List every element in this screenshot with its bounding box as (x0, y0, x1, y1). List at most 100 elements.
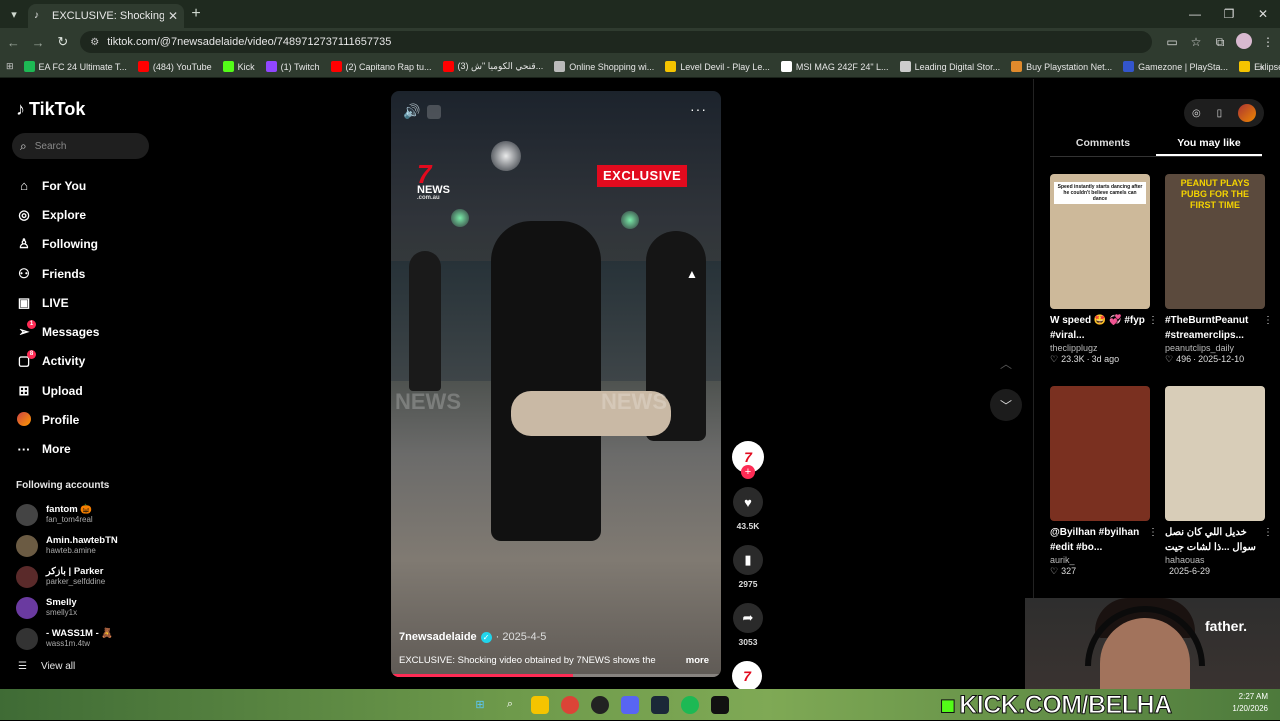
back-icon[interactable]: ← (2, 30, 25, 54)
cast-icon[interactable]: ▭ (1160, 35, 1184, 49)
video-thumbnail[interactable]: Speed instantly starts dancing after he … (1050, 174, 1150, 309)
nav-item-messages[interactable]: ➢ 1 Messages (14, 317, 144, 346)
card-username[interactable]: hahaouas (1165, 555, 1265, 565)
view-all-link[interactable]: ☰ View all (18, 661, 75, 672)
video-options-icon[interactable]: ··· (690, 101, 707, 117)
search-input[interactable] (34, 140, 135, 152)
compass-icon[interactable]: ◎ (1192, 108, 1201, 119)
recommended-video-card[interactable]: @Byilhan #byilhan #edit #bo... ⋮ aurik_ ♡ 32… (1050, 386, 1158, 577)
spotify-icon[interactable] (681, 695, 699, 714)
nav-item-more[interactable]: ··· More (14, 435, 144, 464)
recommended-video-card[interactable]: خديل اللي كان نصل سوال ...ذا لشات جيت بس… (1165, 386, 1273, 576)
card-options-icon[interactable]: ⋮ (1148, 527, 1158, 538)
bookmark-item[interactable]: (2) Capitano Rap tu... (330, 61, 432, 72)
recommended-video-card[interactable]: Speed instantly starts dancing after he … (1050, 174, 1158, 365)
like-action[interactable]: ♥ 43.5K (732, 487, 764, 531)
volume-icon[interactable]: 🔊 (403, 103, 420, 120)
next-video-chevron-down-icon[interactable]: ﹀ (990, 389, 1022, 421)
bookmark-item[interactable]: Leading Digital Stor... (899, 61, 1000, 72)
sound-avatar[interactable]: 7 (732, 661, 762, 691)
nav-item-profile[interactable]: Profile (14, 405, 144, 434)
previous-video-chevron-up-icon[interactable]: ︿ (990, 347, 1022, 379)
nav-item-friends[interactable]: ⚇ Friends (14, 259, 144, 288)
search-box[interactable]: ⌕ (12, 133, 149, 159)
share-icon[interactable]: ➦ (733, 603, 763, 633)
bookmark-star-icon[interactable]: ☆ (1184, 35, 1208, 49)
bookmark-item[interactable]: Buy Playstation Net... (1011, 61, 1112, 72)
close-window-icon[interactable]: ✕ (1246, 0, 1280, 28)
card-username[interactable]: theclipplugz (1050, 343, 1150, 353)
nav-item-explore[interactable]: ◎ Explore (14, 200, 144, 229)
nav-item-live[interactable]: ▣ LIVE (14, 288, 144, 317)
bookmark-favicon-icon (265, 61, 277, 72)
video-thumbnail[interactable]: PEANUT PLAYS PUBG FOR THE FIRST TIME (1165, 174, 1265, 309)
bookmark-item[interactable]: Online Shopping wi... (554, 61, 654, 72)
app-icon[interactable] (711, 695, 729, 714)
file-explorer-icon[interactable] (531, 695, 549, 714)
profile-avatar[interactable] (1232, 32, 1256, 52)
reload-icon[interactable]: ↻ (52, 30, 75, 54)
tiktok-logo[interactable]: ♪ TikTok (16, 99, 85, 120)
tab-comments[interactable]: Comments (1050, 137, 1156, 156)
bookmark-item[interactable]: MSI MAG 242F 24" L... (780, 61, 889, 72)
description-more-button[interactable]: more (686, 655, 709, 666)
steam-icon[interactable] (651, 695, 669, 714)
following-account[interactable]: Amin.hawtebTN hawteb.amine (16, 530, 146, 561)
video-author[interactable]: 7newsadelaide (399, 631, 477, 643)
creator-avatar[interactable]: 7 + (732, 441, 764, 479)
bookmark-item[interactable]: Kick (222, 61, 255, 72)
restore-icon[interactable]: ❐ (1212, 0, 1246, 28)
following-account[interactable]: Smelly smelly1x (16, 592, 146, 623)
bookmark-item[interactable]: EA FC 24 Ultimate T... (23, 61, 127, 72)
save-action[interactable]: ▮ 2975 (732, 545, 764, 589)
nav-item-for-you[interactable]: ⌂ For You (14, 171, 144, 200)
site-info-icon[interactable]: ⚙ (90, 37, 99, 48)
video-thumbnail[interactable] (1050, 386, 1150, 521)
recommended-video-card[interactable]: PEANUT PLAYS PUBG FOR THE FIRST TIME #The… (1165, 174, 1273, 365)
bookmarks-overflow-icon[interactable]: » (1259, 62, 1264, 72)
following-account[interactable]: - WASS1M - 🧸 wass1m.4tw (16, 623, 146, 654)
tab-search-icon[interactable]: ▾ (0, 0, 28, 28)
device-icon[interactable]: ▯ (1217, 108, 1223, 119)
browser-tab-active[interactable]: ♪ EXCLUSIVE: Shocking video obtained ✕ (28, 4, 184, 28)
bookmark-icon[interactable]: ▮ (733, 545, 763, 575)
nav-item-following[interactable]: ♙ Following (14, 230, 144, 259)
volume-slider[interactable] (427, 105, 441, 119)
card-options-icon[interactable]: ⋮ (1263, 527, 1273, 538)
minimize-icon[interactable]: — (1178, 0, 1212, 28)
following-account[interactable]: بازكر | Parker parker_selfddine (16, 561, 146, 592)
obs-icon[interactable] (591, 695, 609, 714)
nav-item-upload[interactable]: ⊞ Upload (14, 376, 144, 405)
forward-icon[interactable]: → (27, 30, 50, 54)
discord-icon[interactable] (621, 695, 639, 714)
share-action[interactable]: ➦ 3053 (732, 603, 764, 647)
tab-you-may-like[interactable]: You may like (1156, 137, 1262, 156)
following-account[interactable]: fantom 🎃 fan_tom4real (16, 499, 146, 530)
follow-plus-icon[interactable]: + (741, 465, 755, 479)
video-progress-bar[interactable] (391, 674, 721, 677)
chrome-icon[interactable] (561, 695, 579, 714)
card-username[interactable]: aurik_ (1050, 555, 1150, 565)
url-field[interactable]: ⚙ tiktok.com/@7newsadelaide/video/748971… (80, 31, 1152, 53)
bookmark-item[interactable]: (484) YouTube (137, 61, 212, 72)
user-avatar[interactable] (1238, 104, 1257, 122)
heart-icon[interactable]: ♥ (733, 487, 763, 517)
new-tab-button[interactable]: + (184, 5, 208, 23)
apps-grid-icon[interactable]: ⊞ (6, 61, 14, 72)
close-tab-icon[interactable]: ✕ (168, 9, 178, 23)
taskbar-search-icon[interactable]: ⌕ (501, 696, 519, 714)
card-options-icon[interactable]: ⋮ (1148, 315, 1158, 326)
video-thumbnail[interactable] (1165, 386, 1265, 521)
system-clock[interactable]: 2:27 AM 1/20/2026 (1232, 691, 1268, 715)
video-player[interactable]: NEWS NEWS 7 NEWS .com.au EXCLUSIVE 🔊 ···… (391, 91, 721, 677)
windows-start-icon[interactable]: ⊞ (471, 696, 489, 714)
card-options-icon[interactable]: ⋮ (1263, 315, 1273, 326)
card-username[interactable]: peanutclips_daily (1165, 343, 1265, 353)
bookmark-item[interactable]: Gamezone | PlaySta... (1123, 61, 1228, 72)
nav-item-activity[interactable]: ▢ 8 Activity (14, 347, 144, 376)
browser-menu-icon[interactable]: ⋮ (1256, 35, 1280, 49)
extensions-icon[interactable]: ⧉ (1208, 35, 1232, 50)
bookmark-item[interactable]: (1) Twitch (265, 61, 320, 72)
bookmark-item[interactable]: (3) قنحي الكوميا "ش... (442, 61, 543, 72)
bookmark-item[interactable]: Level Devil - Play Le... (665, 61, 770, 72)
